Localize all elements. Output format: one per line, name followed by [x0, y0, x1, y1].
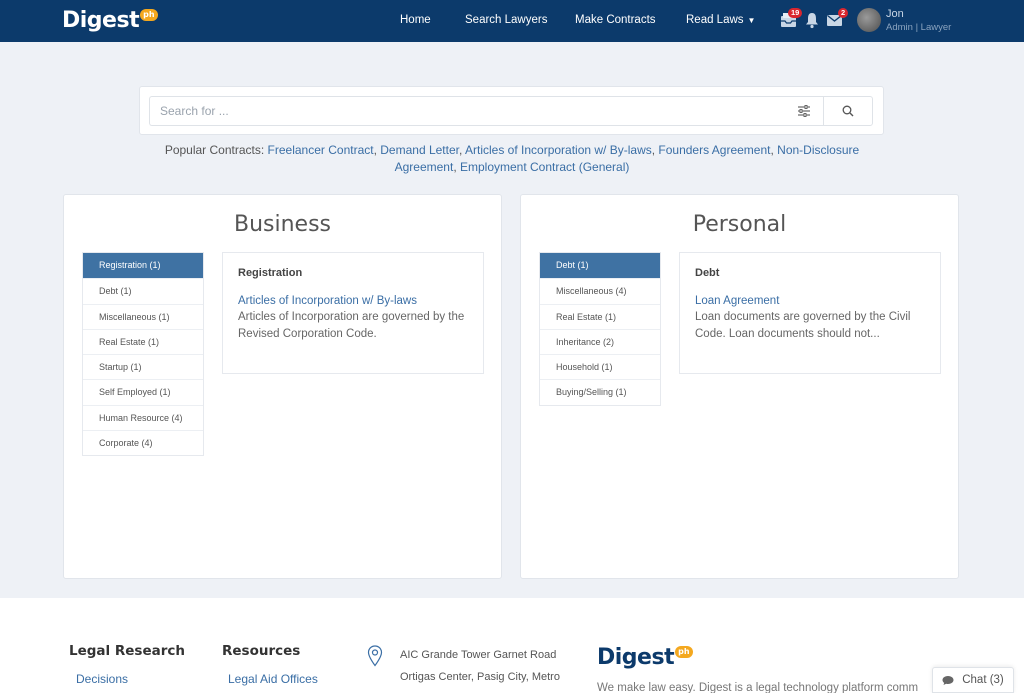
- chat-label: Chat (3): [962, 674, 1004, 686]
- brand-suffix: ph: [140, 9, 158, 21]
- popular-founders[interactable]: Founders Agreement: [658, 143, 770, 157]
- category-household[interactable]: Household (1): [540, 354, 660, 379]
- footer-tagline: We make law easy. Digest is a legal tech…: [597, 682, 919, 693]
- chevron-down-icon: ▼: [747, 16, 756, 25]
- popular-employment[interactable]: Employment Contract (General): [460, 160, 629, 174]
- personal-category-list: Debt (1) Miscellaneous (4) Real Estate (…: [539, 252, 661, 406]
- category-miscellaneous[interactable]: Miscellaneous (4): [540, 278, 660, 303]
- user-role: Admin | Lawyer: [886, 22, 952, 33]
- nav-read-laws-label: Read Laws: [686, 14, 744, 26]
- nav-read-laws[interactable]: Read Laws ▼: [686, 14, 755, 26]
- brand-logo[interactable]: Digest ph: [62, 8, 158, 33]
- search-button[interactable]: [823, 96, 873, 126]
- filter-button[interactable]: [784, 96, 824, 126]
- business-detail-heading: Registration: [238, 267, 303, 279]
- footer-brand-name: Digest: [597, 645, 675, 670]
- footer-address-line1: AIC Grande Tower Garnet Road: [400, 649, 557, 661]
- category-real-estate[interactable]: Real Estate (1): [83, 328, 203, 354]
- business-title: Business: [233, 212, 331, 237]
- footer-address-line2: Ortigas Center, Pasig City, Metro: [400, 671, 560, 683]
- personal-card: Personal Debt (1) Miscellaneous (4) Real…: [520, 194, 959, 579]
- category-debt[interactable]: Debt (1): [83, 278, 203, 303]
- category-corporate[interactable]: Corporate (4): [83, 430, 203, 455]
- avatar[interactable]: [857, 8, 881, 32]
- location-pin-icon: [367, 645, 383, 667]
- user-name[interactable]: Jon: [886, 8, 904, 20]
- search-input[interactable]: [149, 96, 825, 126]
- personal-detail-heading: Debt: [695, 267, 720, 279]
- sliders-icon: [797, 105, 810, 117]
- footer-logo: Digest ph: [597, 645, 693, 670]
- category-registration[interactable]: Registration (1): [83, 253, 203, 279]
- mail-icon[interactable]: 2: [826, 8, 849, 29]
- mail-badge: 2: [838, 8, 849, 18]
- business-detail: Registration Articles of Incorporation w…: [222, 252, 484, 374]
- footer-brand-suffix: ph: [675, 646, 693, 658]
- chat-bubble-icon: [942, 675, 954, 685]
- chat-button[interactable]: Chat (3): [932, 667, 1014, 693]
- footer-decisions-link[interactable]: Decisions: [76, 672, 128, 686]
- personal-detail: Debt Loan Agreement Loan documents are g…: [679, 252, 941, 374]
- business-detail-desc: Articles of Incorporation are governed b…: [238, 311, 465, 340]
- footer-legal-aid-link[interactable]: Legal Aid Offices: [228, 672, 318, 686]
- business-category-list: Registration (1) Debt (1) Miscellaneous …: [82, 252, 204, 457]
- category-miscellaneous[interactable]: Miscellaneous (1): [83, 303, 203, 329]
- business-card: Business Registration (1) Debt (1) Misce…: [63, 194, 502, 579]
- popular-articles[interactable]: Articles of Incorporation w/ By-laws: [465, 143, 652, 157]
- category-human-resource[interactable]: Human Resource (4): [83, 404, 203, 430]
- search-icon: [842, 105, 854, 117]
- top-navbar: Digest ph Home Search Lawyers Make Contra…: [0, 0, 1024, 42]
- bell-icon[interactable]: [803, 11, 821, 29]
- nav-home[interactable]: Home: [400, 14, 431, 26]
- personal-detail-link[interactable]: Loan Agreement: [695, 295, 925, 307]
- search-card: [139, 86, 884, 135]
- category-self-employed[interactable]: Self Employed (1): [83, 379, 203, 404]
- inbox-icon[interactable]: 19: [780, 8, 803, 29]
- nav-make-contracts[interactable]: Make Contracts: [575, 14, 656, 26]
- personal-title: Personal: [692, 212, 787, 237]
- category-startup[interactable]: Startup (1): [83, 354, 203, 379]
- footer-resources-heading: Resources: [222, 643, 301, 659]
- business-detail-link[interactable]: Articles of Incorporation w/ By-laws: [238, 295, 468, 307]
- category-inheritance[interactable]: Inheritance (2): [540, 328, 660, 354]
- category-buying-selling[interactable]: Buying/Selling (1): [540, 379, 660, 404]
- brand-name: Digest: [62, 8, 140, 33]
- popular-freelancer[interactable]: Freelancer Contract: [268, 143, 374, 157]
- personal-detail-desc: Loan documents are governed by the Civil…: [695, 311, 911, 340]
- popular-demand-letter[interactable]: Demand Letter: [380, 143, 459, 157]
- footer-legal-research-heading: Legal Research: [69, 643, 185, 659]
- category-real-estate[interactable]: Real Estate (1): [540, 303, 660, 329]
- inbox-badge: 19: [788, 8, 803, 18]
- footer: Legal Research Decisions Resources Legal…: [0, 598, 1024, 693]
- category-debt[interactable]: Debt (1): [540, 253, 660, 279]
- popular-contracts: Popular Contracts: Freelancer Contract, …: [164, 143, 860, 174]
- nav-search-lawyers[interactable]: Search Lawyers: [465, 14, 547, 26]
- popular-label: Popular Contracts:: [164, 143, 265, 157]
